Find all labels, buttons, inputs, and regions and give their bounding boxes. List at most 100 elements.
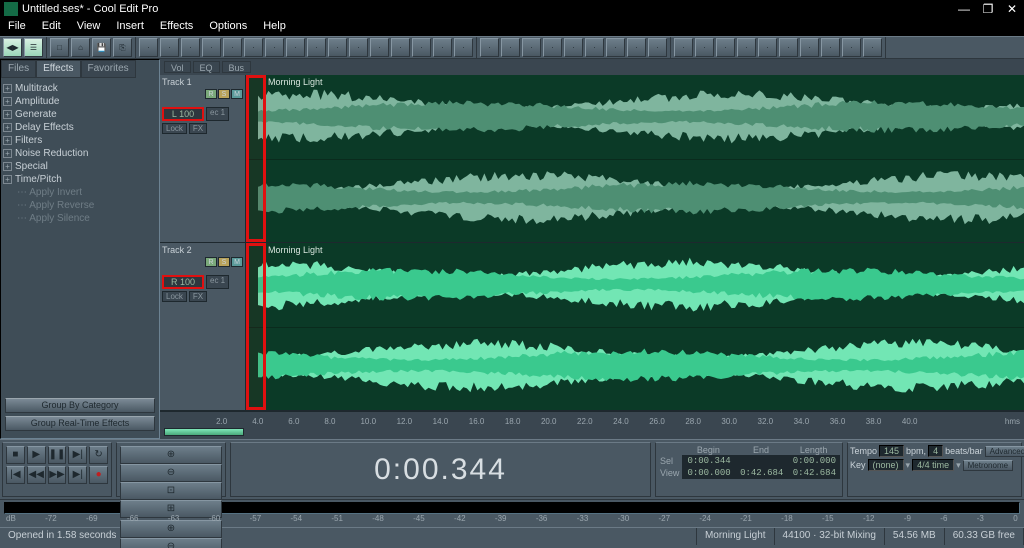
menu-edit[interactable]: Edit [34, 18, 69, 36]
maximize-button[interactable]: ❐ [976, 0, 1000, 18]
go-start-button[interactable]: |◀ [6, 466, 25, 484]
toolbar-edit-btn-14[interactable]: · [433, 38, 452, 57]
sel-value[interactable]: 0:42.684 [735, 467, 788, 479]
waveform-2[interactable]: Morning Light [246, 243, 1024, 410]
time-ruler[interactable]: 2.04.06.08.010.012.014.016.018.020.022.0… [160, 411, 1024, 427]
panel-tab-favorites[interactable]: Favorites [81, 60, 136, 78]
toolbar-fx-btn-8[interactable]: · [648, 38, 667, 57]
track-fx[interactable]: FX [189, 291, 207, 302]
menu-insert[interactable]: Insert [108, 18, 152, 36]
track-fx[interactable]: FX [189, 123, 207, 134]
tempo-value[interactable]: 145 [879, 445, 904, 457]
timesig-value[interactable]: 4/4 time [912, 459, 954, 471]
track-tab-vol[interactable]: Vol [164, 61, 191, 73]
tree-apply-reverse[interactable]: ⋯ Apply Reverse [3, 199, 157, 212]
record-button[interactable]: ● [89, 466, 108, 484]
pause-button[interactable]: ❚❚ [48, 446, 67, 464]
sel-value[interactable]: 0:00.344 [682, 455, 735, 467]
tree-amplitude[interactable]: +Amplitude [3, 95, 157, 108]
sel-value[interactable]: 0:00.000 [682, 467, 735, 479]
toolbar-fx-btn-5[interactable]: · [585, 38, 604, 57]
metronome-button[interactable]: Metronome [963, 460, 1013, 471]
track-lock[interactable]: Lock [162, 123, 187, 134]
key-value[interactable]: (none) [868, 459, 904, 471]
sel-value[interactable]: 0:42.684 [787, 467, 840, 479]
toolbar-new-btn[interactable]: □ [50, 38, 69, 57]
play-end-button[interactable]: ▶| [68, 446, 87, 464]
toolbar-saveall-btn[interactable]: ⎘ [113, 38, 132, 57]
zoom-out-h-button[interactable]: ⊖ [120, 464, 222, 482]
track-rec-btn[interactable]: R [205, 257, 217, 267]
effects-tree[interactable]: +Multitrack+Amplitude+Generate+Delay Eff… [1, 78, 159, 394]
menu-effects[interactable]: Effects [152, 18, 201, 36]
panel-tab-effects[interactable]: Effects [36, 60, 80, 78]
toolbar-edit-btn-8[interactable]: · [307, 38, 326, 57]
advanced-button[interactable]: Advanced [985, 446, 1024, 457]
toolbar-edit-btn-3[interactable]: · [202, 38, 221, 57]
toolbar-misc-btn-6[interactable]: · [800, 38, 819, 57]
track-rec-btn[interactable]: R [205, 89, 217, 99]
zoom-full-button[interactable]: ⊡ [120, 482, 222, 500]
track-mute-btn[interactable]: M [231, 89, 243, 99]
tree-apply-invert[interactable]: ⋯ Apply Invert [3, 186, 157, 199]
track-solo-btn[interactable]: S [218, 257, 230, 267]
tree-multitrack[interactable]: +Multitrack [3, 82, 157, 95]
toolbar-fx-btn-0[interactable]: · [480, 38, 499, 57]
menu-file[interactable]: File [0, 18, 34, 36]
toolbar-save-btn[interactable]: 💾 [92, 38, 111, 57]
toolbar-edit-btn-2[interactable]: · [181, 38, 200, 57]
tree-filters[interactable]: +Filters [3, 134, 157, 147]
toolbar-edit-btn-7[interactable]: · [286, 38, 305, 57]
panel-btn-group-by-category[interactable]: Group By Category [5, 398, 155, 413]
waveform-1[interactable]: Morning Light [246, 75, 1024, 242]
toolbar-edit-btn-9[interactable]: · [328, 38, 347, 57]
rewind-button[interactable]: ◀◀ [27, 466, 46, 484]
tree-special[interactable]: +Special [3, 160, 157, 173]
track-mute-btn[interactable]: M [231, 257, 243, 267]
menu-help[interactable]: Help [255, 18, 294, 36]
panel-tab-files[interactable]: Files [1, 60, 36, 78]
panel-btn-group-real-time-effects[interactable]: Group Real-Time Effects [5, 416, 155, 431]
toolbar-fx-btn-2[interactable]: · [522, 38, 541, 57]
go-end-button[interactable]: ▶| [68, 466, 87, 484]
toolbar-fx-btn-7[interactable]: · [627, 38, 646, 57]
rec-device[interactable]: ec 1 [206, 107, 229, 121]
toolbar-misc-btn-5[interactable]: · [779, 38, 798, 57]
toolbar-misc-btn-7[interactable]: · [821, 38, 840, 57]
toolbar-fx-btn-4[interactable]: · [564, 38, 583, 57]
toolbar-misc-btn-1[interactable]: · [695, 38, 714, 57]
tree-generate[interactable]: +Generate [3, 108, 157, 121]
rec-device[interactable]: ec 1 [206, 275, 229, 289]
sel-value[interactable] [735, 455, 788, 467]
pan-value[interactable]: L 100 [162, 107, 204, 121]
toolbar-waveform-btn[interactable]: ◀▶ [3, 38, 22, 57]
toolbar-misc-btn-8[interactable]: · [842, 38, 861, 57]
beats-value[interactable]: 4 [928, 445, 943, 457]
minimize-button[interactable]: — [952, 0, 976, 18]
forward-button[interactable]: ▶▶ [48, 466, 67, 484]
toolbar-edit-btn-5[interactable]: · [244, 38, 263, 57]
selection-marker[interactable] [246, 243, 266, 410]
toolbar-misc-btn-2[interactable]: · [716, 38, 735, 57]
track-tab-bus[interactable]: Bus [222, 61, 252, 73]
toolbar-fx-btn-6[interactable]: · [606, 38, 625, 57]
toolbar-misc-btn-4[interactable]: · [758, 38, 777, 57]
close-button[interactable]: ✕ [1000, 0, 1024, 18]
tree-time-pitch[interactable]: +Time/Pitch [3, 173, 157, 186]
toolbar-fx-btn-1[interactable]: · [501, 38, 520, 57]
sel-value[interactable]: 0:00.000 [787, 455, 840, 467]
menu-view[interactable]: View [69, 18, 109, 36]
toolbar-misc-btn-0[interactable]: · [674, 38, 693, 57]
toolbar-edit-btn-13[interactable]: · [412, 38, 431, 57]
stop-button[interactable]: ■ [6, 446, 25, 464]
toolbar-edit-btn-15[interactable]: · [454, 38, 473, 57]
track-solo-btn[interactable]: S [218, 89, 230, 99]
toolbar-edit-btn-6[interactable]: · [265, 38, 284, 57]
toolbar-edit-btn-11[interactable]: · [370, 38, 389, 57]
h-scroll[interactable] [160, 427, 1024, 439]
toolbar-edit-btn-12[interactable]: · [391, 38, 410, 57]
toolbar-open-btn[interactable]: ⌂ [71, 38, 90, 57]
zoom-in-h-button[interactable]: ⊕ [120, 446, 222, 464]
pan-value[interactable]: R 100 [162, 275, 204, 289]
track-lock[interactable]: Lock [162, 291, 187, 302]
